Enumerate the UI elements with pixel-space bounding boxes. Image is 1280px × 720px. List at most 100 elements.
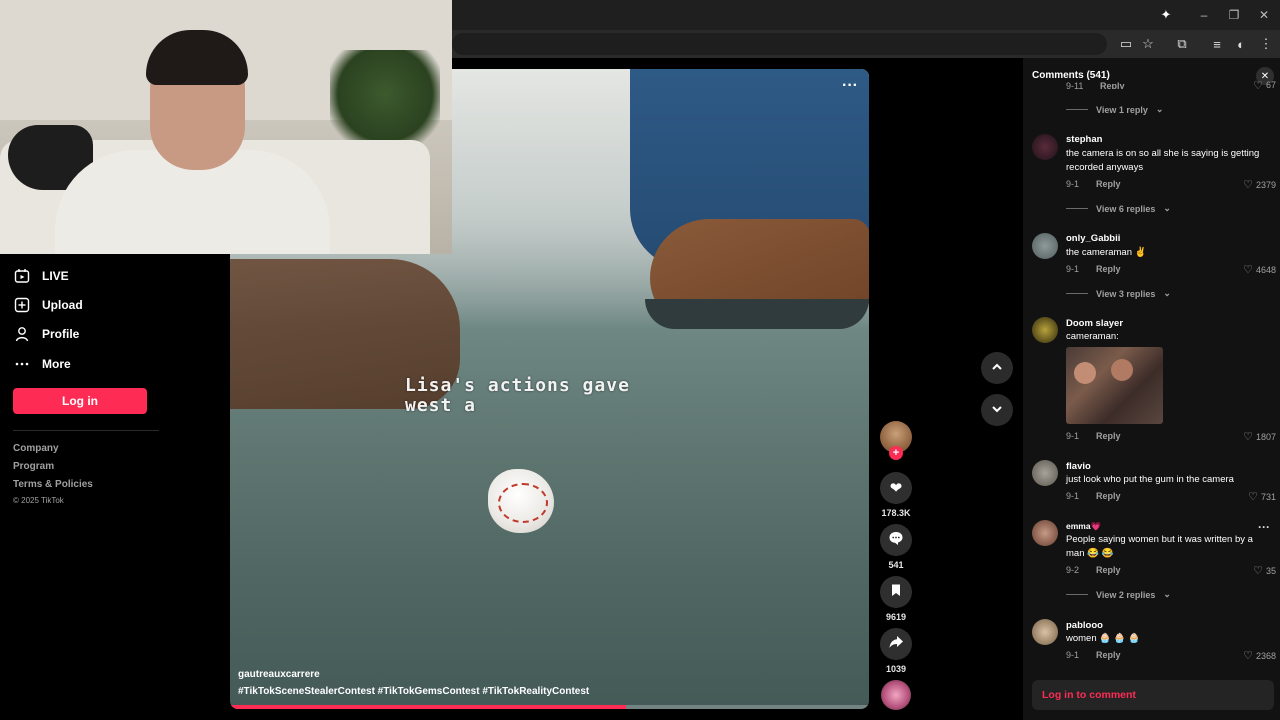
sidebar-item-label: LIVE [42,269,69,283]
video-more-options-icon[interactable]: ··· [842,77,858,95]
heart-outline-icon: ♡ [1243,650,1253,662]
heart-outline-icon: ♡ [1243,179,1253,191]
comment-avatar[interactable] [1032,134,1058,160]
view-replies-link[interactable]: View 3 replies ⌄ [1066,288,1171,299]
divider [1066,594,1088,595]
comment-date: 9-1 [1066,264,1080,274]
view-replies-link[interactable]: View 2 replies ⌄ [1066,589,1171,600]
view-replies-label: View 6 replies [1096,203,1156,214]
comment-date: 9-11 [1066,81,1084,89]
webcam-overlay [0,0,452,254]
sparkle-icon[interactable]: ✦ [1158,7,1174,23]
comment-username[interactable]: emma💗 [1066,521,1101,532]
sound-disc[interactable] [881,680,911,710]
comment-reply-link[interactable]: Reply [1096,431,1121,441]
comment-text: cameraman: [1066,331,1119,342]
next-video-button[interactable] [981,394,1013,426]
save-count: 9619 [885,612,907,622]
tab-search-icon[interactable]: ⧉ [1174,36,1190,52]
comment-like[interactable]: ♡ 731 [1230,490,1276,503]
comment-date: 9-2 [1066,565,1080,575]
view-replies-link[interactable]: View 6 replies ⌄ [1066,203,1171,214]
more-icon [14,356,30,372]
comment-avatar[interactable] [1032,619,1058,645]
comment-like[interactable]: ♡ 4648 [1230,263,1276,276]
comment-avatar[interactable] [1032,520,1058,546]
comment-count: 541 [888,560,904,570]
sidebar-item-upload[interactable]: Upload [14,295,83,315]
reading-list-icon[interactable]: ≡ [1209,36,1225,52]
like-count: 178.3K [881,508,911,518]
comment-like[interactable]: ♡ 35 [1230,564,1276,577]
video-author[interactable]: gautreauxcarrere [238,669,320,680]
comment-like-count: 4648 [1255,264,1276,275]
screen: ✦ – ❐ ✕ ▭ ☆ ⧉ ≡ ◐ ⋮ LIVE Upload Profile … [0,0,1280,720]
upload-icon [14,297,30,313]
divider [1066,293,1088,294]
sidebar-item-live[interactable]: LIVE [14,266,69,286]
profile-icon [14,326,30,342]
comment-username[interactable]: flavio [1066,461,1091,472]
comment-gif-image[interactable] [1066,347,1163,424]
comment-more-options-icon[interactable]: ··· [1258,520,1270,534]
share-button[interactable] [880,628,912,660]
comment-reply-link[interactable]: Reply [1100,81,1125,89]
comment-button[interactable] [880,524,912,556]
like-button[interactable]: ❤ [880,472,912,504]
comment-reply-link[interactable]: Reply [1096,565,1121,575]
comment-username[interactable]: pablooo [1066,620,1103,631]
save-button[interactable] [880,576,912,608]
cast-icon[interactable]: ▭ [1118,36,1134,52]
comment-like-count: 35 [1265,565,1276,576]
video-caption-line: Lisa's actions gave [405,375,630,396]
previous-video-button[interactable] [981,352,1013,384]
extension-icon[interactable]: ◐ [1233,36,1249,52]
divider [1066,109,1088,110]
video-hashtags[interactable]: #TikTokSceneStealerContest #TikTokGemsCo… [238,686,589,697]
follow-plus-icon[interactable]: + [889,446,903,460]
comment-like[interactable]: ♡ 1807 [1230,430,1276,443]
comment-text: women 🧁 🧁 🧁 [1066,633,1141,644]
comment-reply-link[interactable]: Reply [1096,491,1121,501]
heart-outline-icon: ♡ [1253,565,1263,577]
sidebar-item-label: Profile [42,327,80,341]
login-button[interactable]: Log in [13,388,147,414]
footer-link-program[interactable]: Program [13,461,54,472]
sidebar-item-more[interactable]: More [14,354,71,374]
divider [13,430,159,431]
comment-username[interactable]: only_Gabbii [1066,233,1120,244]
comment-text: People saying women but it was written b… [1066,534,1253,559]
comment-icon [888,530,904,550]
sidebar-item-profile[interactable]: Profile [14,324,79,344]
bookmark-icon [889,583,903,601]
comment-like[interactable]: ♡ 67 [1230,81,1276,89]
comment-avatar[interactable] [1032,233,1058,259]
view-replies-link[interactable]: View 1 reply ⌄ [1066,104,1163,115]
comment-reply-link[interactable]: Reply [1096,179,1121,189]
comment-like[interactable]: ♡ 2379 [1230,178,1276,191]
chevron-down-icon: ⌄ [1163,203,1171,213]
comment-like-count: 67 [1265,81,1276,89]
live-icon [14,268,30,284]
comment-username[interactable]: stephan [1066,134,1102,145]
comment-like-count: 1807 [1255,431,1276,442]
video-progress-bar[interactable] [230,705,869,709]
comment-username[interactable]: Doom slayer [1066,318,1123,329]
login-to-comment-button[interactable]: Log in to comment [1032,680,1274,710]
kebab-menu-icon[interactable]: ⋮ [1258,36,1274,52]
bookmark-star-icon[interactable]: ☆ [1140,36,1156,52]
comment-avatar[interactable] [1032,460,1058,486]
comment-avatar[interactable] [1032,317,1058,343]
restore-icon[interactable]: ❐ [1226,7,1242,23]
minimize-icon[interactable]: – [1196,7,1212,23]
comment-reply-link[interactable]: Reply [1096,650,1121,660]
chevron-down-icon: ⌄ [1155,104,1164,114]
comment-reply-link[interactable]: Reply [1096,264,1121,274]
close-icon[interactable]: ✕ [1256,7,1272,23]
comment-like-count: 2379 [1255,179,1276,190]
address-bar[interactable] [452,33,1107,55]
comment-like[interactable]: ♡ 2368 [1230,649,1276,662]
footer-link-company[interactable]: Company [13,443,59,454]
footer-link-terms[interactable]: Terms & Policies [13,479,93,490]
heart-outline-icon: ♡ [1243,431,1253,443]
